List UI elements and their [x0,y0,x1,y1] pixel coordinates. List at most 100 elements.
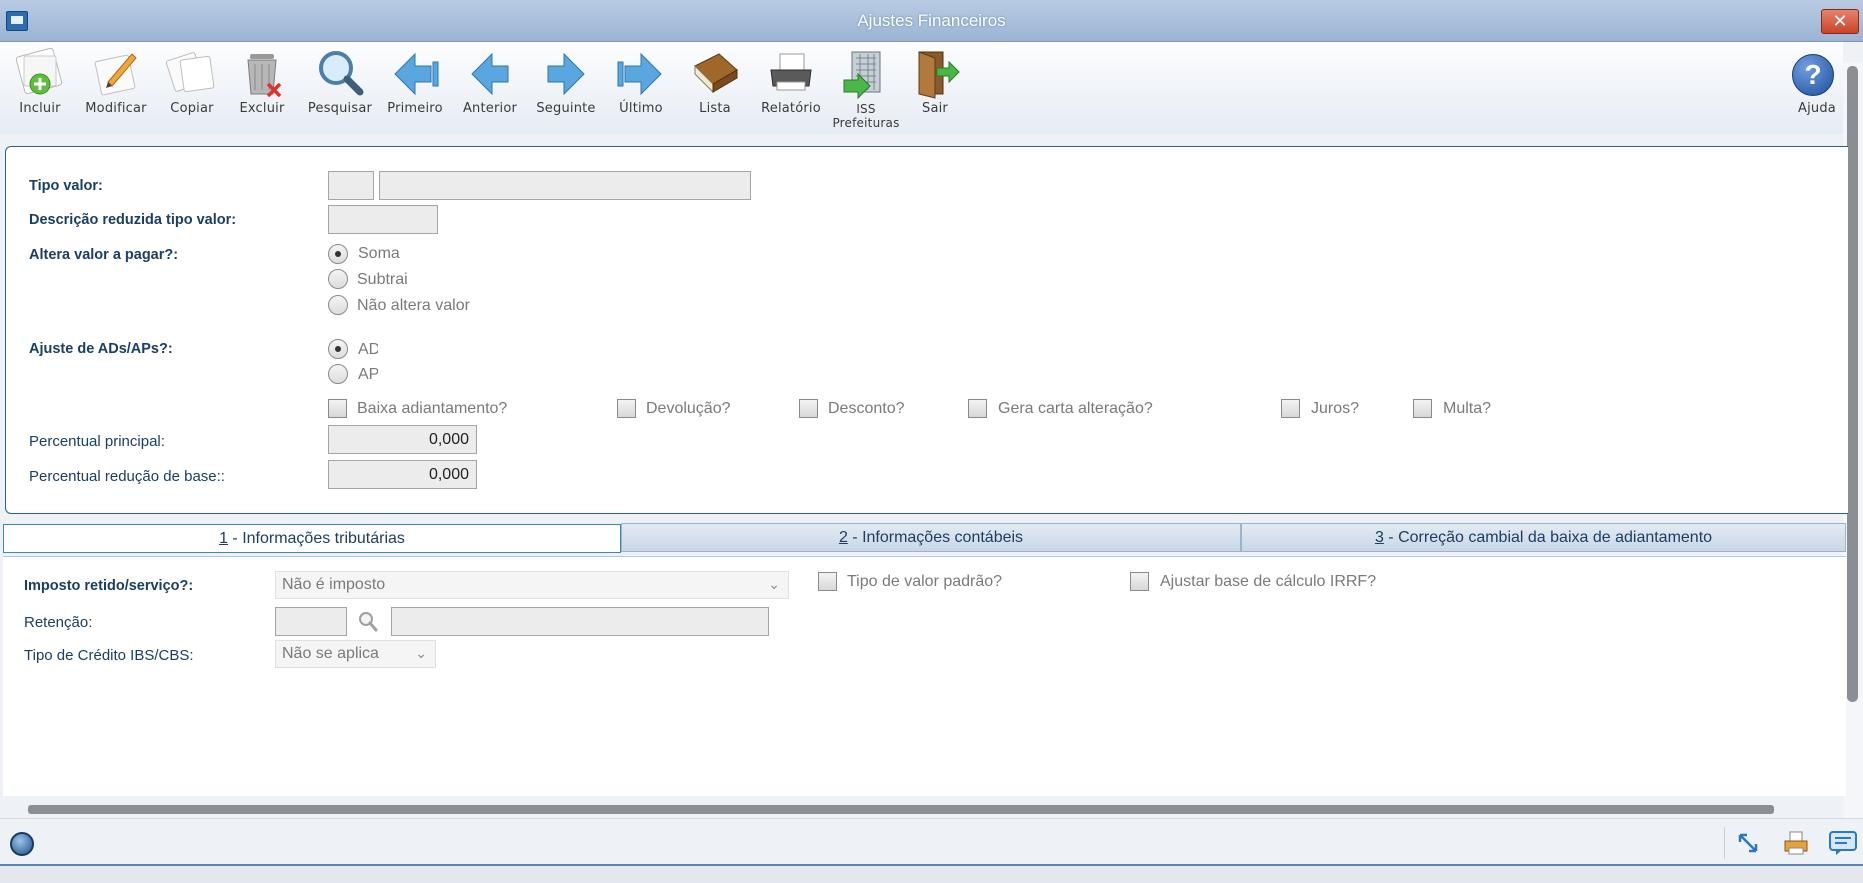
radio-ad[interactable] [328,339,348,359]
gera-carta-alteracao-label: Gera carta alteração? [998,400,1153,417]
window-title: Ajustes Financeiros [857,11,1006,30]
tab-correcao-cambial[interactable]: 3 - Correção cambial da baixa de adianta… [1241,523,1846,552]
help-button[interactable]: ? Ajuda [1782,46,1844,116]
tab-3-number: 3 [1374,529,1384,546]
delete-label: Excluir [239,101,285,116]
baixa-adiantamento-checkbox[interactable] [328,399,347,418]
toolbar: Incluir Modificar Copiar Excluir Pesquis… [0,42,1843,134]
radio-soma-label: Soma [358,245,400,262]
descricao-reduzida-input[interactable] [328,205,438,234]
ajustar-base-irrf-checkbox[interactable] [1130,572,1149,591]
horizontal-scrollbar[interactable] [28,805,1774,814]
tab-1-number: 1 [219,530,228,547]
search-button[interactable]: Pesquisar [302,46,378,116]
search-icon [312,46,368,102]
report-button[interactable]: Relatório [753,46,829,116]
delete-button[interactable]: Excluir [224,46,300,116]
descricao-reduzida-label: Descrição reduzida tipo valor: [29,212,237,228]
status-logo-icon[interactable] [10,832,34,856]
radio-ad-label: AD [358,341,378,358]
copy-icon [164,46,220,102]
percentual-reducao-input[interactable]: 0,000 [328,460,477,489]
help-icon: ? [1790,46,1836,102]
message-icon[interactable] [1828,829,1858,857]
previous-label: Anterior [462,101,518,116]
copy-button[interactable]: Copiar [154,46,230,116]
tipo-credito-select[interactable]: Não se aplica ⌄ [275,640,436,668]
radio-nao-altera-valor[interactable] [328,295,348,315]
list-button[interactable]: Lista [677,46,753,116]
chevron-down-icon: ⌄ [415,645,427,661]
tab-bar: 1 - Informações tributárias 2 - Informaç… [3,523,1846,553]
last-icon [613,46,669,102]
chevron-down-icon: ⌄ [768,576,780,592]
include-icon [12,46,68,102]
report-label: Relatório [761,101,821,116]
percentual-principal-input[interactable]: 0,000 [328,425,477,454]
desconto-checkbox[interactable] [799,399,818,418]
exit-label: Sair [922,101,948,116]
modify-icon [88,46,144,102]
print-icon[interactable] [1782,829,1810,857]
devolucao-checkbox[interactable] [617,399,636,418]
radio-ap-label: AP [358,366,378,383]
tab-3-label: - Correção cambial da baixa de adiantame… [1383,529,1713,546]
status-divider [1724,827,1725,859]
radio-subtrai-label: Subtrai [357,271,408,288]
iss-icon [838,46,894,102]
multa-label: Multa? [1443,400,1492,417]
iss-label: ISS [856,102,876,116]
exit-icon [907,46,963,102]
previous-button[interactable]: Anterior [452,46,528,116]
tab-informacoes-contabeis[interactable]: 2 - Informações contábeis [621,523,1241,552]
main-form-panel: Tipo valor: Descrição reduzida tipo valo… [5,146,1848,514]
list-label: Lista [699,101,731,116]
baixa-adiantamento-label: Baixa adiantamento? [357,400,508,417]
tipo-credito-value: Não se aplica [282,645,379,662]
footer-strip [0,866,1863,883]
next-label: Seguinte [536,101,596,116]
delete-icon [234,46,290,102]
retencao-code-input[interactable] [275,607,347,636]
last-button[interactable]: Último [603,46,679,116]
juros-label: Juros? [1311,400,1360,417]
radio-nao-altera-label: Não altera valor [357,297,470,314]
close-button[interactable]: ✕ [1821,9,1859,34]
tab-informacoes-tributarias[interactable]: 1 - Informações tributárias [3,524,621,553]
next-icon [538,46,594,102]
retencao-description-input[interactable] [391,607,769,636]
radio-soma[interactable] [328,244,348,264]
retencao-label: Retenção: [24,614,93,631]
imposto-retido-select[interactable]: Não é imposto ⌄ [275,571,789,599]
help-label: Ajuda [1798,101,1836,116]
radio-subtrai[interactable] [328,269,348,289]
next-button[interactable]: Seguinte [528,46,604,116]
tipo-valor-description-input[interactable] [379,171,751,200]
first-button[interactable]: Primeiro [377,46,453,116]
resize-icon[interactable] [1736,831,1760,855]
radio-ap[interactable] [328,364,348,384]
multa-checkbox[interactable] [1413,399,1432,418]
desconto-label: Desconto? [828,400,905,417]
tipo-valor-code-input[interactable] [328,171,374,200]
tipo-valor-padrao-checkbox[interactable] [818,572,837,591]
first-label: Primeiro [387,101,443,116]
modify-button[interactable]: Modificar [78,46,154,116]
include-button[interactable]: Incluir [2,46,78,116]
retencao-search-icon[interactable] [355,609,381,635]
percentual-reducao-label: Percentual redução de base:: [29,468,225,485]
search-label: Pesquisar [307,101,373,116]
tipo-credito-label: Tipo de Crédito IBS/CBS: [24,647,194,664]
ajustar-base-irrf-label: Ajustar base de cálculo IRRF? [1160,573,1377,590]
devolucao-label: Devolução? [646,400,731,417]
report-icon [763,46,819,102]
tab-2-number: 2 [838,529,848,546]
exit-button[interactable]: Sair [897,46,973,116]
juros-checkbox[interactable] [1281,399,1300,418]
gera-carta-alteracao-checkbox[interactable] [968,399,987,418]
previous-icon [462,46,518,102]
altera-valor-label: Altera valor a pagar?: [29,247,179,263]
imposto-retido-label: Imposto retido/serviço?: [24,578,194,594]
iss-prefeituras-button[interactable]: ISS Prefeituras [828,46,904,130]
vertical-scrollbar-thumb[interactable] [1847,66,1858,702]
